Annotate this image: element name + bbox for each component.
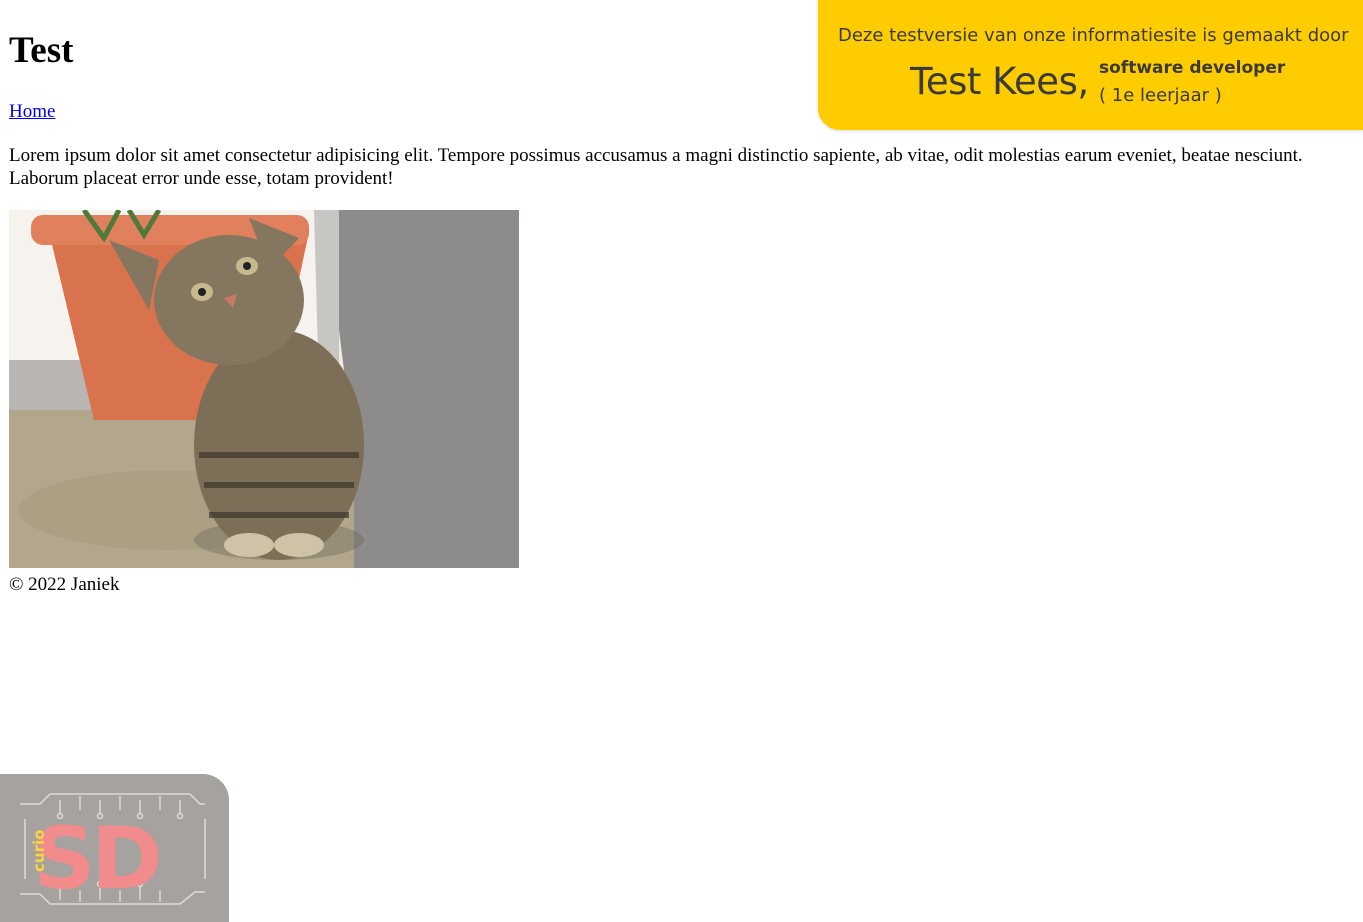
banner-developer-role: software developer [1099,58,1286,78]
kitten-photo [9,210,519,568]
logo-initials: SD [33,809,158,909]
intro-paragraph: Lorem ipsum dolor sit amet consectetur a… [9,145,1303,189]
school-logo: SD curio [0,774,229,922]
banner-intro-text: Deze testversie van onze informatiesite … [838,25,1349,46]
banner-developer-name: Test Kees, [910,60,1089,103]
home-link[interactable]: Home [9,101,55,123]
logo-school-name: curio [30,830,48,872]
footer-copyright: © 2022 Janiek [9,574,120,595]
circuit-logo-icon: SD curio [20,793,206,909]
developer-banner: Deze testversie van onze informatiesite … [818,0,1363,130]
banner-study-year: ( 1e leerjaar ) [1099,85,1222,106]
page-title: Test [9,30,74,71]
